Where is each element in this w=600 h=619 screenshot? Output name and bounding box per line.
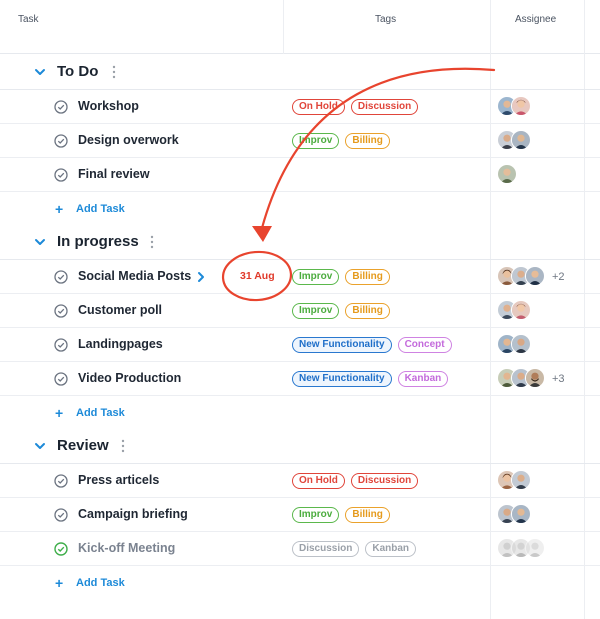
task-name[interactable]: Press articels: [78, 473, 159, 487]
tag-billing[interactable]: Billing: [345, 133, 390, 149]
chevron-down-icon[interactable]: [34, 236, 46, 248]
check-circle-icon[interactable]: [54, 134, 68, 148]
tag-billing[interactable]: Billing: [345, 507, 390, 523]
avatar: [511, 334, 531, 354]
avatar: [511, 130, 531, 150]
plus-icon: +: [55, 405, 64, 421]
column-divider: [283, 0, 284, 54]
assignee-avatars[interactable]: [497, 130, 531, 150]
task-name[interactable]: Campaign briefing: [78, 507, 188, 521]
check-circle-icon[interactable]: [54, 338, 68, 352]
task-row[interactable]: Final review: [0, 158, 600, 192]
chevron-right-icon[interactable]: [196, 271, 206, 283]
check-circle-icon[interactable]: [54, 304, 68, 318]
task-name[interactable]: Design overwork: [78, 133, 179, 147]
column-header-assignee: Assignee: [515, 14, 557, 25]
group-header-to-do[interactable]: To Do: [0, 54, 600, 90]
add-task-label[interactable]: Add Task: [76, 577, 125, 589]
tag-new-functionality[interactable]: New Functionality: [292, 337, 392, 353]
tag-billing[interactable]: Billing: [345, 303, 390, 319]
group-title: In progress: [57, 233, 139, 250]
task-name[interactable]: Final review: [78, 167, 150, 181]
tag-improv[interactable]: Improv: [292, 303, 340, 319]
tag-on-hold[interactable]: On Hold: [292, 473, 345, 489]
assignee-avatars[interactable]: [497, 470, 531, 490]
task-name[interactable]: Customer poll: [78, 303, 162, 317]
avatar: [525, 368, 545, 388]
check-circle-icon[interactable]: [54, 508, 68, 522]
chevron-down-icon[interactable]: [34, 66, 46, 78]
task-row[interactable]: Social Media Posts 31 Aug Improv Billing…: [0, 260, 600, 294]
task-row[interactable]: Kick-off Meeting Discussion Kanban: [0, 532, 600, 566]
table-header: Task Tags Assignee: [0, 0, 600, 54]
add-task-button[interactable]: + Add Task: [0, 192, 600, 226]
assignee-avatars[interactable]: [497, 368, 545, 388]
column-header-tags: Tags: [375, 14, 397, 25]
tag-improv[interactable]: Improv: [292, 507, 340, 523]
more-vertical-icon[interactable]: [112, 65, 116, 79]
add-task-label[interactable]: Add Task: [76, 203, 125, 215]
task-name[interactable]: Workshop: [78, 99, 139, 113]
check-circle-icon[interactable]: [54, 372, 68, 386]
check-circle-icon[interactable]: [54, 100, 68, 114]
tag-discussion[interactable]: Discussion: [350, 473, 419, 489]
check-circle-icon[interactable]: [54, 168, 68, 182]
avatar: [511, 504, 531, 524]
more-vertical-icon[interactable]: [121, 439, 125, 453]
task-name[interactable]: Kick-off Meeting: [78, 541, 175, 555]
avatar: [497, 164, 517, 184]
assignee-avatars[interactable]: [497, 504, 531, 524]
tag-discussion[interactable]: Discussion: [292, 541, 360, 557]
assignee-avatars[interactable]: [497, 96, 531, 116]
task-row[interactable]: Workshop On Hold Discussion: [0, 90, 600, 124]
task-row[interactable]: Campaign briefing Improv Billing: [0, 498, 600, 532]
group-header-in-progress[interactable]: In progress: [0, 224, 600, 260]
task-row[interactable]: Press articels On Hold Discussion: [0, 464, 600, 498]
task-row[interactable]: Design overwork Improv Billing: [0, 124, 600, 158]
more-vertical-icon[interactable]: [150, 235, 154, 249]
task-name[interactable]: Landingpages: [78, 337, 163, 351]
check-circle-icon[interactable]: [54, 474, 68, 488]
add-task-button[interactable]: + Add Task: [0, 396, 600, 430]
group-title: To Do: [57, 63, 99, 80]
group-title: Review: [57, 437, 109, 454]
chevron-down-icon[interactable]: [34, 440, 46, 452]
avatar: [525, 538, 545, 558]
tag-improv[interactable]: Improv: [292, 269, 340, 285]
plus-icon: +: [55, 575, 64, 591]
check-circle-done-icon[interactable]: [54, 542, 68, 556]
tag-on-hold[interactable]: On Hold: [292, 99, 345, 115]
tag-kanban[interactable]: Kanban: [397, 371, 449, 387]
tag-billing[interactable]: Billing: [345, 269, 390, 285]
tag-concept[interactable]: Concept: [397, 337, 452, 353]
more-assignees-count[interactable]: +2: [552, 271, 565, 283]
check-circle-icon[interactable]: [54, 270, 68, 284]
assignee-avatars[interactable]: [497, 164, 517, 184]
due-date[interactable]: 31 Aug: [240, 270, 275, 282]
assignee-avatars[interactable]: [497, 300, 531, 320]
plus-icon: +: [55, 201, 64, 217]
tag-kanban[interactable]: Kanban: [365, 541, 417, 557]
task-name[interactable]: Video Production: [78, 371, 181, 385]
more-assignees-count[interactable]: +3: [552, 373, 565, 385]
avatar: [511, 300, 531, 320]
avatar: [511, 96, 531, 116]
task-row[interactable]: Video Production New Functionality Kanba…: [0, 362, 600, 396]
tag-improv[interactable]: Improv: [292, 133, 340, 149]
avatar: [511, 470, 531, 490]
assignee-avatars[interactable]: [497, 538, 545, 558]
tag-discussion[interactable]: Discussion: [350, 99, 419, 115]
task-row[interactable]: Landingpages New Functionality Concept: [0, 328, 600, 362]
add-task-button[interactable]: + Add Task: [0, 566, 600, 600]
add-task-label[interactable]: Add Task: [76, 407, 125, 419]
column-header-task: Task: [18, 14, 39, 25]
task-name[interactable]: Social Media Posts: [78, 269, 191, 283]
avatar: [525, 266, 545, 286]
tag-new-functionality[interactable]: New Functionality: [292, 371, 392, 387]
assignee-avatars[interactable]: [497, 266, 545, 286]
task-row[interactable]: Customer poll Improv Billing: [0, 294, 600, 328]
group-header-review[interactable]: Review: [0, 428, 600, 464]
assignee-avatars[interactable]: [497, 334, 531, 354]
